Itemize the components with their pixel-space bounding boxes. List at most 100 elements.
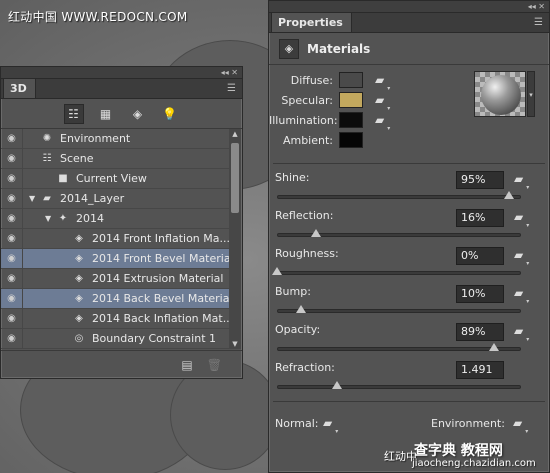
- slider-handle[interactable]: [489, 343, 500, 351]
- texture-folder-icon[interactable]: ▰: [514, 172, 530, 191]
- scene-row[interactable]: ◉ ◈ 2014 Front Bevel Material: [1, 249, 230, 269]
- color-swatch[interactable]: [339, 72, 363, 88]
- texture-folder-icon[interactable]: ▰: [375, 73, 391, 92]
- slider-handle[interactable]: [311, 229, 322, 237]
- property-slider: Reflection: 16% ▰: [269, 209, 550, 247]
- environment-icon: ✺: [42, 133, 52, 144]
- material-filter-icon[interactable]: ◈: [128, 104, 148, 124]
- visibility-eye-icon[interactable]: ◉: [1, 129, 23, 148]
- slider-label: Opacity:: [275, 323, 321, 336]
- texture-folder-icon[interactable]: ▰: [514, 248, 530, 267]
- panel-menu-icon[interactable]: ☰: [534, 17, 549, 32]
- slider-handle[interactable]: [331, 381, 342, 389]
- material-icon: ◈: [75, 253, 83, 264]
- visibility-eye-icon[interactable]: ◉: [1, 309, 23, 328]
- environment-folder-icon[interactable]: ▰: [513, 416, 529, 435]
- scroll-down-icon[interactable]: ▼: [229, 340, 241, 348]
- panel-topbar: ◂◂ ✕: [1, 67, 242, 79]
- panel-tab-row: 3D ☰: [1, 78, 242, 99]
- slider-value-input[interactable]: 0%: [456, 247, 504, 265]
- tab-3d[interactable]: 3D: [3, 78, 36, 98]
- slider-handle[interactable]: [296, 305, 307, 313]
- slider-track[interactable]: [277, 385, 521, 389]
- scene-row[interactable]: ◉ ◎ Boundary Constraint 1: [1, 329, 230, 349]
- scroll-up-icon[interactable]: ▲: [229, 130, 241, 138]
- slider-value-input[interactable]: 95%: [456, 171, 504, 189]
- scene-row[interactable]: ◉ ◈ 2014 Back Inflation Mat...: [1, 309, 230, 329]
- collapse-icon[interactable]: ◂◂ ✕: [528, 2, 545, 11]
- texture-folder-icon[interactable]: ▰: [514, 324, 530, 343]
- scene-filter-icon[interactable]: ☷: [63, 103, 84, 124]
- scene-icon: ☷: [42, 153, 52, 164]
- slider-track[interactable]: [277, 347, 521, 351]
- normal-folder-icon[interactable]: ▰: [323, 416, 339, 435]
- material-icon: ◈: [75, 273, 83, 284]
- material-icon: ◈: [75, 293, 83, 304]
- visibility-eye-icon[interactable]: ◉: [1, 329, 23, 348]
- slider-track[interactable]: [277, 309, 521, 313]
- scene-row[interactable]: ◉ ◈ 2014 Back Bevel Material: [1, 289, 230, 309]
- tab-properties[interactable]: Properties: [271, 12, 352, 32]
- scene-row[interactable]: ◉ ◈ 2014 Front Inflation Ma...: [1, 229, 230, 249]
- panel-menu-icon[interactable]: ☰: [227, 83, 242, 98]
- scene-list: ◉ ✺ Environment ◉ ☷ Scene ◉ ■ Current View ◉ ▼ ▰ 201…: [1, 129, 230, 349]
- slider-value-input[interactable]: 16%: [456, 209, 504, 227]
- scene-row[interactable]: ◉ ▼ ▰ 2014_Layer: [1, 189, 230, 209]
- scene-row[interactable]: ◉ ✺ Environment: [1, 129, 230, 149]
- visibility-eye-icon[interactable]: ◉: [1, 189, 23, 208]
- color-swatch[interactable]: [339, 92, 363, 108]
- visibility-eye-icon[interactable]: ◉: [1, 289, 23, 308]
- panel-footer: ▤ 🗑: [1, 350, 242, 378]
- light-filter-icon[interactable]: 💡: [160, 104, 180, 124]
- scene-row[interactable]: ◉ ▼ ✦ 2014: [1, 209, 230, 229]
- constraint-icon: ◎: [74, 333, 84, 344]
- slider-value-input[interactable]: 10%: [456, 285, 504, 303]
- panel-tab-row: Properties ☰: [269, 12, 549, 33]
- slider-handle[interactable]: [272, 267, 282, 275]
- visibility-eye-icon[interactable]: ◉: [1, 249, 23, 268]
- section-title: Materials: [307, 41, 371, 56]
- scene-row[interactable]: ◉ ◈ 2014 Extrusion Material: [1, 269, 230, 289]
- visibility-eye-icon[interactable]: ◉: [1, 169, 23, 188]
- scene-row-label: 2014_Layer: [60, 192, 125, 205]
- color-swatch[interactable]: [339, 112, 363, 128]
- slider-value-input[interactable]: 1.491: [456, 361, 504, 379]
- scene-row[interactable]: ◉ ■ Current View: [1, 169, 230, 189]
- expand-toggle-icon[interactable]: ▼: [45, 214, 55, 223]
- scroll-thumb[interactable]: [231, 143, 239, 213]
- materials-header: ◈ Materials: [269, 33, 549, 65]
- color-label: Illumination:: [269, 113, 338, 127]
- scene-row-label: 2014 Extrusion Material: [92, 272, 224, 285]
- texture-folder-icon[interactable]: ▰: [514, 210, 530, 229]
- expand-toggle-icon[interactable]: ▼: [29, 194, 39, 203]
- 3d-panel: ◂◂ ✕ 3D ☰ ☷ ▦ ◈ 💡 ◉ ✺ Environment ◉ ☷ Scene ◉ ■ Cur…: [0, 66, 243, 379]
- slider-label: Shine:: [275, 171, 310, 184]
- scene-row-label: Environment: [60, 132, 131, 145]
- slider-label: Reflection:: [275, 209, 334, 222]
- color-label: Ambient:: [282, 133, 333, 147]
- new-object-icon[interactable]: ▤: [181, 358, 192, 372]
- collapse-icon[interactable]: ◂◂ ✕: [221, 68, 238, 77]
- visibility-eye-icon[interactable]: ◉: [1, 209, 23, 228]
- slider-value-input[interactable]: 89%: [456, 323, 504, 341]
- camera-icon: ■: [58, 173, 68, 184]
- scene-row[interactable]: ◉ ☷ Scene: [1, 149, 230, 169]
- material-picker-dropdown-icon[interactable]: ▾: [527, 71, 535, 117]
- texture-folder-icon[interactable]: ▰: [514, 286, 530, 305]
- watermark-url: jiaocheng.chazidian.com: [412, 458, 536, 469]
- slider-handle[interactable]: [503, 191, 514, 199]
- slider-label: Roughness:: [275, 247, 339, 260]
- visibility-eye-icon[interactable]: ◉: [1, 149, 23, 168]
- scrollbar[interactable]: ▲ ▼: [229, 129, 241, 349]
- material-picker[interactable]: [474, 71, 526, 117]
- normal-label: Normal:: [275, 417, 319, 430]
- visibility-eye-icon[interactable]: ◉: [1, 269, 23, 288]
- mesh-filter-icon[interactable]: ▦: [96, 104, 116, 124]
- slider-track[interactable]: [277, 271, 521, 275]
- texture-folder-icon[interactable]: ▰: [375, 93, 391, 112]
- delete-icon[interactable]: 🗑: [207, 358, 222, 372]
- color-swatch[interactable]: [339, 132, 363, 148]
- slider-track[interactable]: [277, 195, 521, 199]
- texture-folder-icon[interactable]: ▰: [375, 113, 391, 132]
- visibility-eye-icon[interactable]: ◉: [1, 229, 23, 248]
